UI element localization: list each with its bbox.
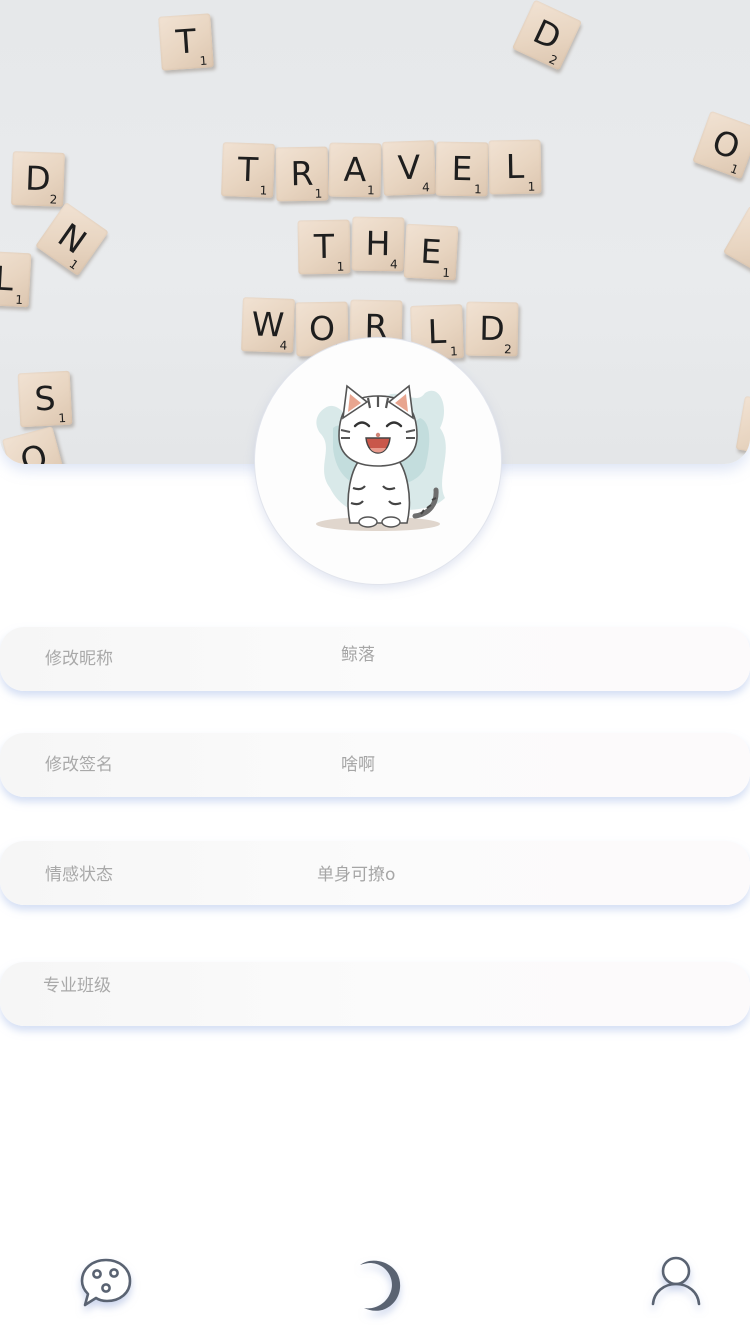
letter-tile: T1 (297, 219, 351, 275)
letter-tile: E1 (435, 141, 489, 197)
letter-tile: W4 (241, 297, 295, 353)
signature-label: 修改签名 (45, 755, 113, 775)
letter-tile: V4 (382, 140, 436, 196)
letter-tile: E1 (403, 223, 459, 281)
letter-tile (722, 205, 750, 279)
cat-avatar-icon (316, 384, 446, 531)
nickname-label: 修改昵称 (45, 649, 113, 669)
nickname-row[interactable]: 修改昵称 鲸落 (0, 627, 750, 691)
letter-tile: O1 (1, 426, 67, 464)
letter-tile: R1 (275, 146, 329, 202)
signature-row[interactable]: 修改签名 啥啊 (0, 733, 750, 797)
letter-tile: S1 (17, 370, 73, 428)
relationship-status-label: 情感状态 (45, 865, 113, 885)
letter-tile: A1 (328, 142, 382, 198)
letter-tile: T1 (221, 142, 275, 198)
nav-profile-button[interactable] (646, 1252, 706, 1312)
major-class-row[interactable]: 专业班级 (0, 962, 750, 1026)
letter-tile (735, 395, 750, 459)
letter-tile: H4 (351, 216, 405, 272)
letter-tile: D2 (512, 0, 582, 71)
letter-tile: O1 (692, 110, 750, 180)
letter-tile: L1 (0, 250, 32, 308)
major-class-label: 专业班级 (43, 976, 111, 996)
nav-chat-button[interactable] (76, 1252, 136, 1312)
signature-value[interactable]: 啥啊 (341, 733, 375, 797)
profile-avatar[interactable] (254, 337, 502, 585)
chat-bubble-icon (80, 1258, 132, 1307)
relationship-status-value[interactable]: 单身可撩o (317, 843, 395, 907)
letter-tile: D2 (465, 301, 519, 357)
relationship-status-row[interactable]: 情感状态 单身可撩o (0, 841, 750, 905)
nav-loading-button[interactable] (345, 1256, 405, 1316)
loading-spinner-icon (360, 1260, 401, 1311)
nickname-value[interactable]: 鲸落 (341, 623, 375, 687)
letter-tile: T1 (158, 13, 214, 71)
letter-tile: D2 (11, 151, 65, 207)
letter-tile: L1 (488, 139, 542, 195)
user-profile-icon (651, 1256, 701, 1306)
letter-tile: N1 (35, 201, 109, 277)
